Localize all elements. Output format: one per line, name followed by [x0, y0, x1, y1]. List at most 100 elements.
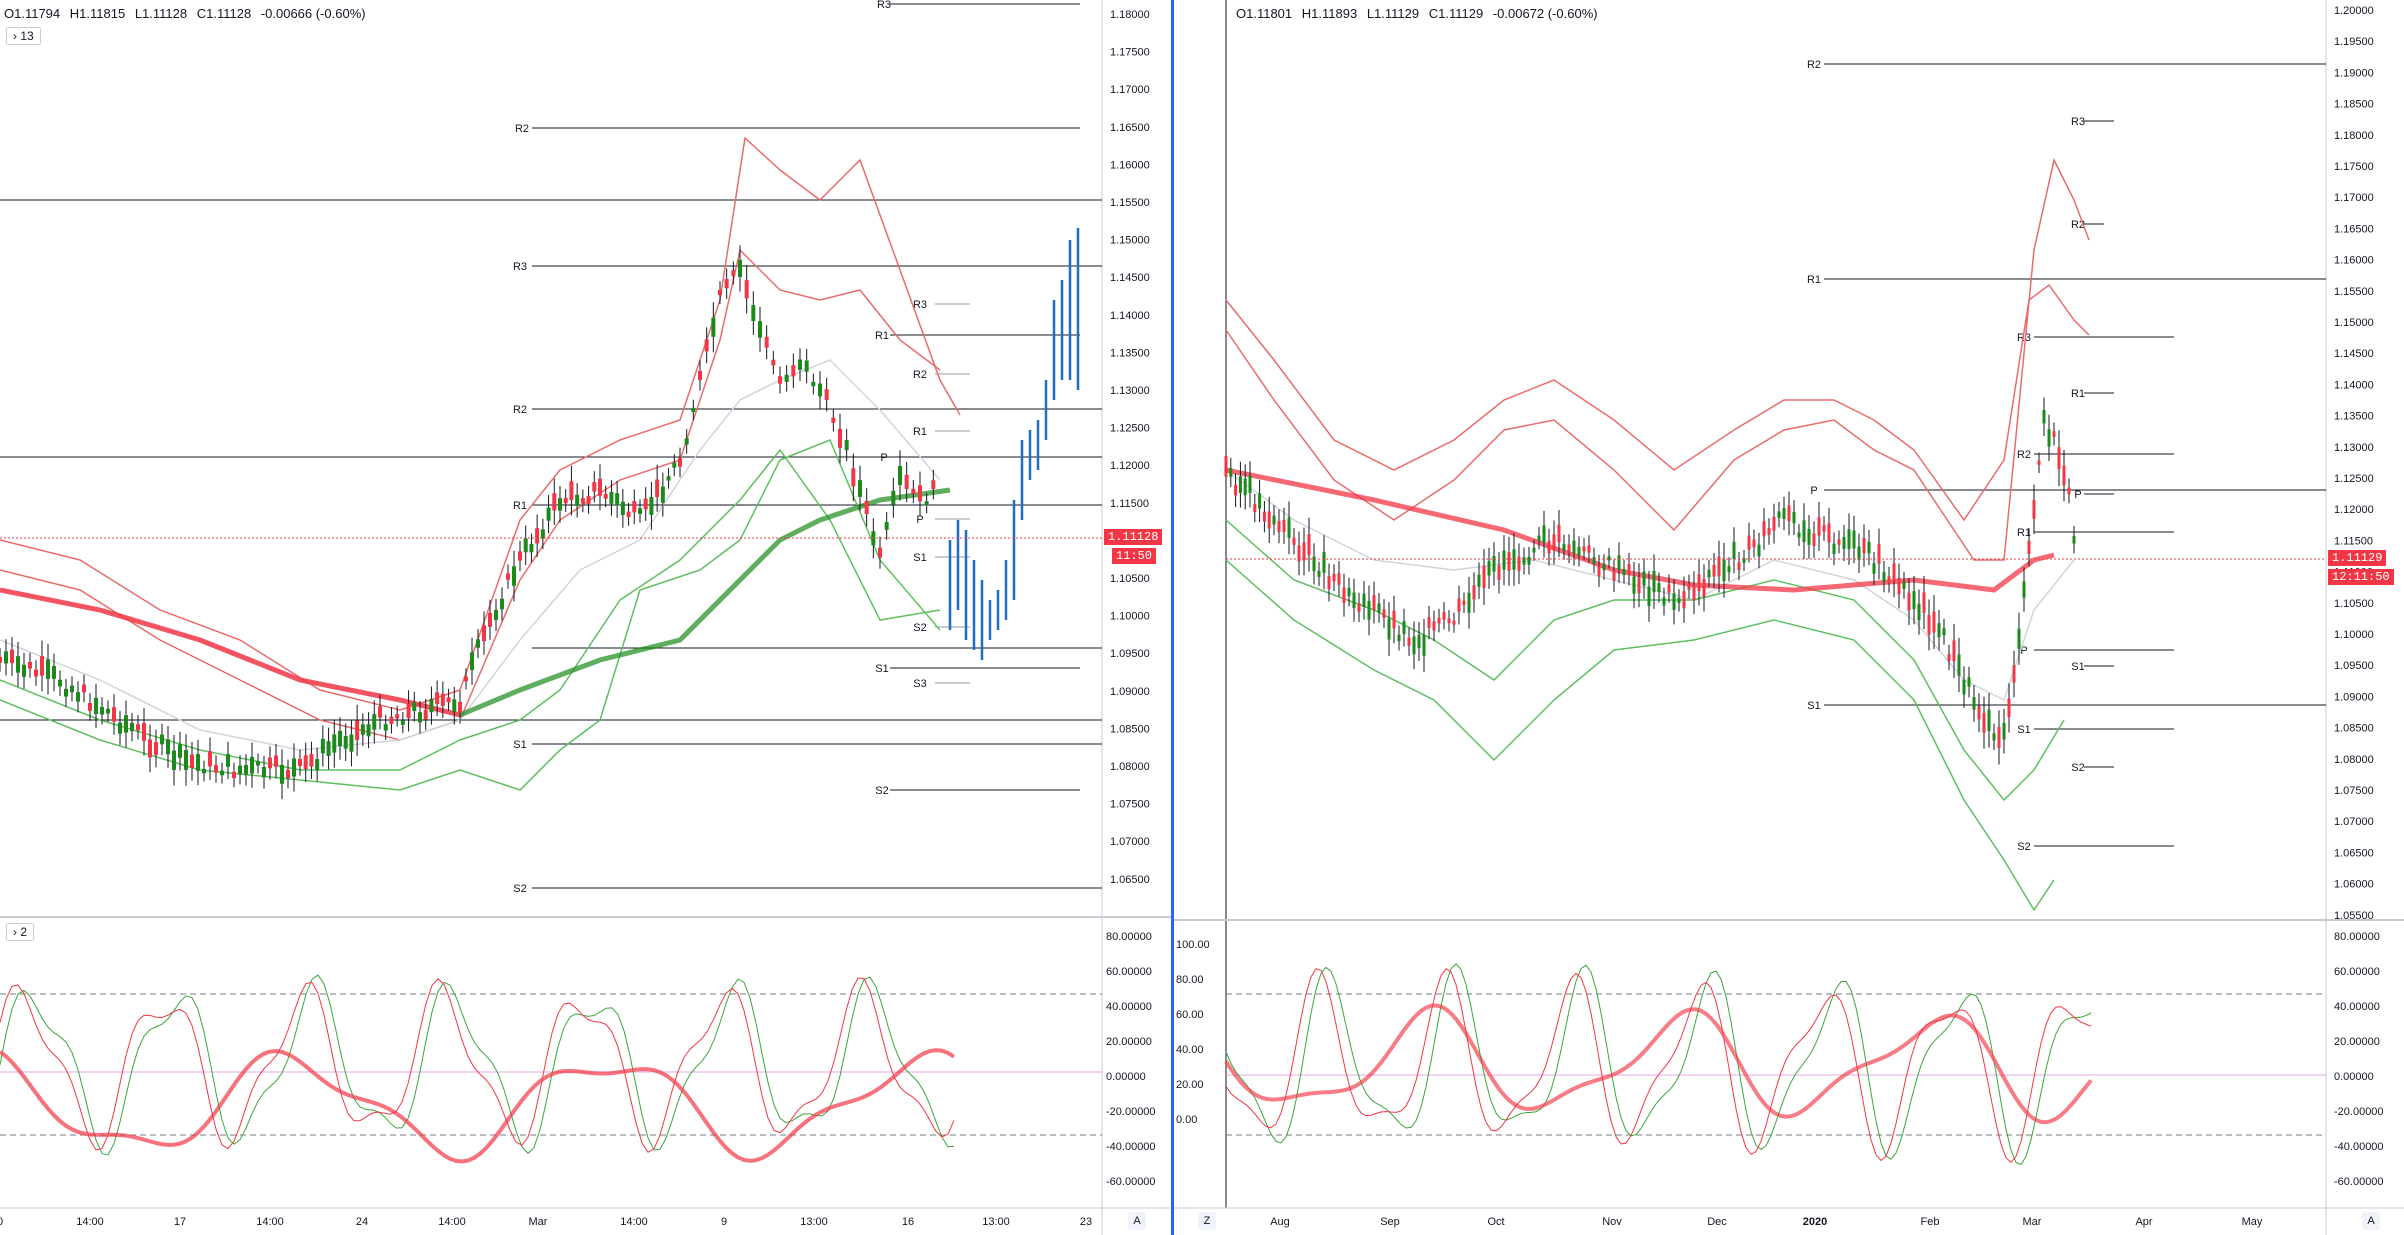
price-tick-label: 1.14500 [1110, 272, 1150, 284]
candle-body [1267, 511, 1271, 529]
candle-body [540, 529, 545, 539]
candle-body [1597, 565, 1601, 576]
price-tick-label: 1.12500 [2334, 473, 2374, 485]
candle-body [1357, 603, 1361, 612]
pivot-level-label: R2 [513, 404, 527, 416]
candle-body [112, 707, 116, 722]
candle-body [1577, 546, 1581, 556]
candle-body [1522, 557, 1526, 565]
pivot-level-label: R2 [515, 123, 529, 135]
pivot-level-label: S1 [913, 552, 926, 564]
pivot-level-label: R1 [875, 330, 889, 342]
left-osc-axis[interactable]: 80.00000 60.00000 40.00000 20.00000 0.00000 -… [1106, 931, 1156, 1188]
candle-body [844, 440, 849, 451]
candle-body [1347, 587, 1351, 597]
moving-average [1225, 467, 2055, 593]
pivot-level-label: S2 [513, 883, 526, 895]
candle-body [1737, 562, 1741, 571]
candle-body [891, 490, 896, 505]
time-tick-label: 14:00 [76, 1216, 104, 1228]
left-price-axis[interactable]: 1.18000 1.17500 1.17000 1.16500 1.16000 1.155… [1110, 9, 1150, 886]
price-tick-label: 1.05500 [2334, 910, 2374, 922]
osc-right-tick-label: -60.00000 [2334, 1176, 2384, 1188]
candle-body [1502, 550, 1506, 570]
candle-body [298, 759, 302, 766]
candle-body [412, 702, 417, 712]
pivot-level-label: P [2074, 489, 2081, 501]
candle-body [1532, 547, 1536, 553]
osc-tick-label: -60.00000 [1106, 1176, 1156, 1188]
candle-body [1362, 593, 1366, 607]
right-price-axis[interactable]: 1.20000 1.19500 1.19000 1.18500 1.18000 1.175… [2334, 5, 2374, 922]
time-tick-label: 17 [174, 1216, 186, 1228]
candle-body [118, 722, 122, 734]
rsi-line [0, 1048, 956, 1164]
candle-body [691, 407, 696, 413]
right-chart-canvas[interactable]: R2R3R2R1R3R1R2P PR1PS1S1S1S2S2 1.200001.1… [1174, 0, 2404, 1235]
price-tick-label: 1.15500 [1110, 197, 1150, 209]
candle-body [1702, 579, 1706, 597]
pivot-level-label: S1 [2017, 724, 2030, 736]
right-chart-pane[interactable]: O1.11801 H1.11893 L1.11129 C1.11129 -0.0… [1174, 0, 2404, 1235]
pivot-level-label: R3 [913, 299, 927, 311]
candle-body [1632, 576, 1636, 594]
right-time-axis[interactable]: Aug Sep Oct Nov Dec 2020 Feb Mar Apr May [1270, 1216, 2263, 1228]
candle-body [148, 739, 152, 758]
candle-body [1897, 577, 1901, 595]
left-pivot-levels[interactable]: R3 R2 R3 R1 R2 P R1 S1 S1 S2 S2 R3 R2 R1 P S1 S2 S3 [513, 0, 1102, 895]
right-zoom-button[interactable]: Z [1198, 1212, 1216, 1230]
candle-body [1592, 557, 1596, 564]
candle-body [136, 724, 140, 731]
candle-body [1977, 706, 1981, 720]
right-candles [1224, 397, 2076, 765]
candle-body [166, 739, 170, 755]
candle-body [70, 685, 74, 693]
left-chart-canvas[interactable]: R3 R2 R3 R1 R2 P R1 S1 S1 S2 S2 R3 R2 R1 P S1 S2 S3 1.180… [0, 0, 1172, 1235]
right-osc-right-axis[interactable]: 80.00000 60.00000 40.00000 20.00000 0.00000 -… [2334, 931, 2384, 1188]
candle-body [1397, 634, 1401, 642]
candle-body [1942, 628, 1946, 636]
candle-body [88, 703, 92, 711]
candle-body [1952, 640, 1956, 662]
candle-body [250, 756, 254, 774]
candle-body [76, 692, 80, 702]
left-time-axis[interactable]: 0 14:00 17 14:00 24 14:00 Mar 14:00 9 13:00 16 13:0… [0, 1216, 1092, 1228]
candle-body [34, 669, 38, 677]
pivot-level-label: S2 [2071, 762, 2084, 774]
pivot-level-label: P [1810, 485, 1817, 497]
left-auto-scale-button[interactable]: A [1128, 1212, 1146, 1230]
candle-body [1412, 636, 1416, 655]
candle-body [4, 651, 8, 664]
candle-body [1927, 615, 1931, 635]
time-tick-label: 13:00 [982, 1216, 1010, 1228]
candle-body [784, 374, 789, 382]
left-bollinger-bands [0, 136, 961, 791]
left-chart-pane[interactable]: O1.11794 H1.11815 L1.11128 C1.11128 -0.0… [0, 0, 1172, 1235]
candle-body [1767, 527, 1771, 536]
price-tick-label: 1.15000 [1110, 235, 1150, 247]
candle-body [262, 767, 266, 778]
price-tick-label: 1.20000 [2334, 5, 2374, 17]
candle-body [824, 389, 829, 401]
candle-body [1662, 597, 1666, 606]
candle-body [1792, 511, 1796, 524]
pivot-level-label: S1 [1807, 700, 1820, 712]
candle-body [360, 724, 365, 735]
stoch-k-line [0, 974, 955, 1156]
osc-left-tick-label: 60.00 [1176, 1009, 1204, 1021]
candle-body [2042, 410, 2046, 424]
price-tick-label: 1.12000 [2334, 504, 2374, 516]
candle-body [1692, 584, 1696, 601]
candle-body [1557, 524, 1561, 543]
price-tick-label: 1.06500 [1110, 874, 1150, 886]
candle-body [1997, 726, 2001, 749]
candle-body [16, 656, 20, 673]
candle-body [268, 757, 272, 769]
candle-body [46, 659, 50, 679]
candle-body [464, 676, 468, 682]
pivot-level-label: S2 [913, 622, 926, 634]
candle-body [2047, 429, 2051, 447]
right-osc-left-axis[interactable]: 100.00 80.00 60.00 40.00 20.00 0.00 [1176, 939, 1210, 1126]
price-tick-label: 1.06500 [2334, 847, 2374, 859]
right-auto-scale-button[interactable]: A [2362, 1212, 2380, 1230]
